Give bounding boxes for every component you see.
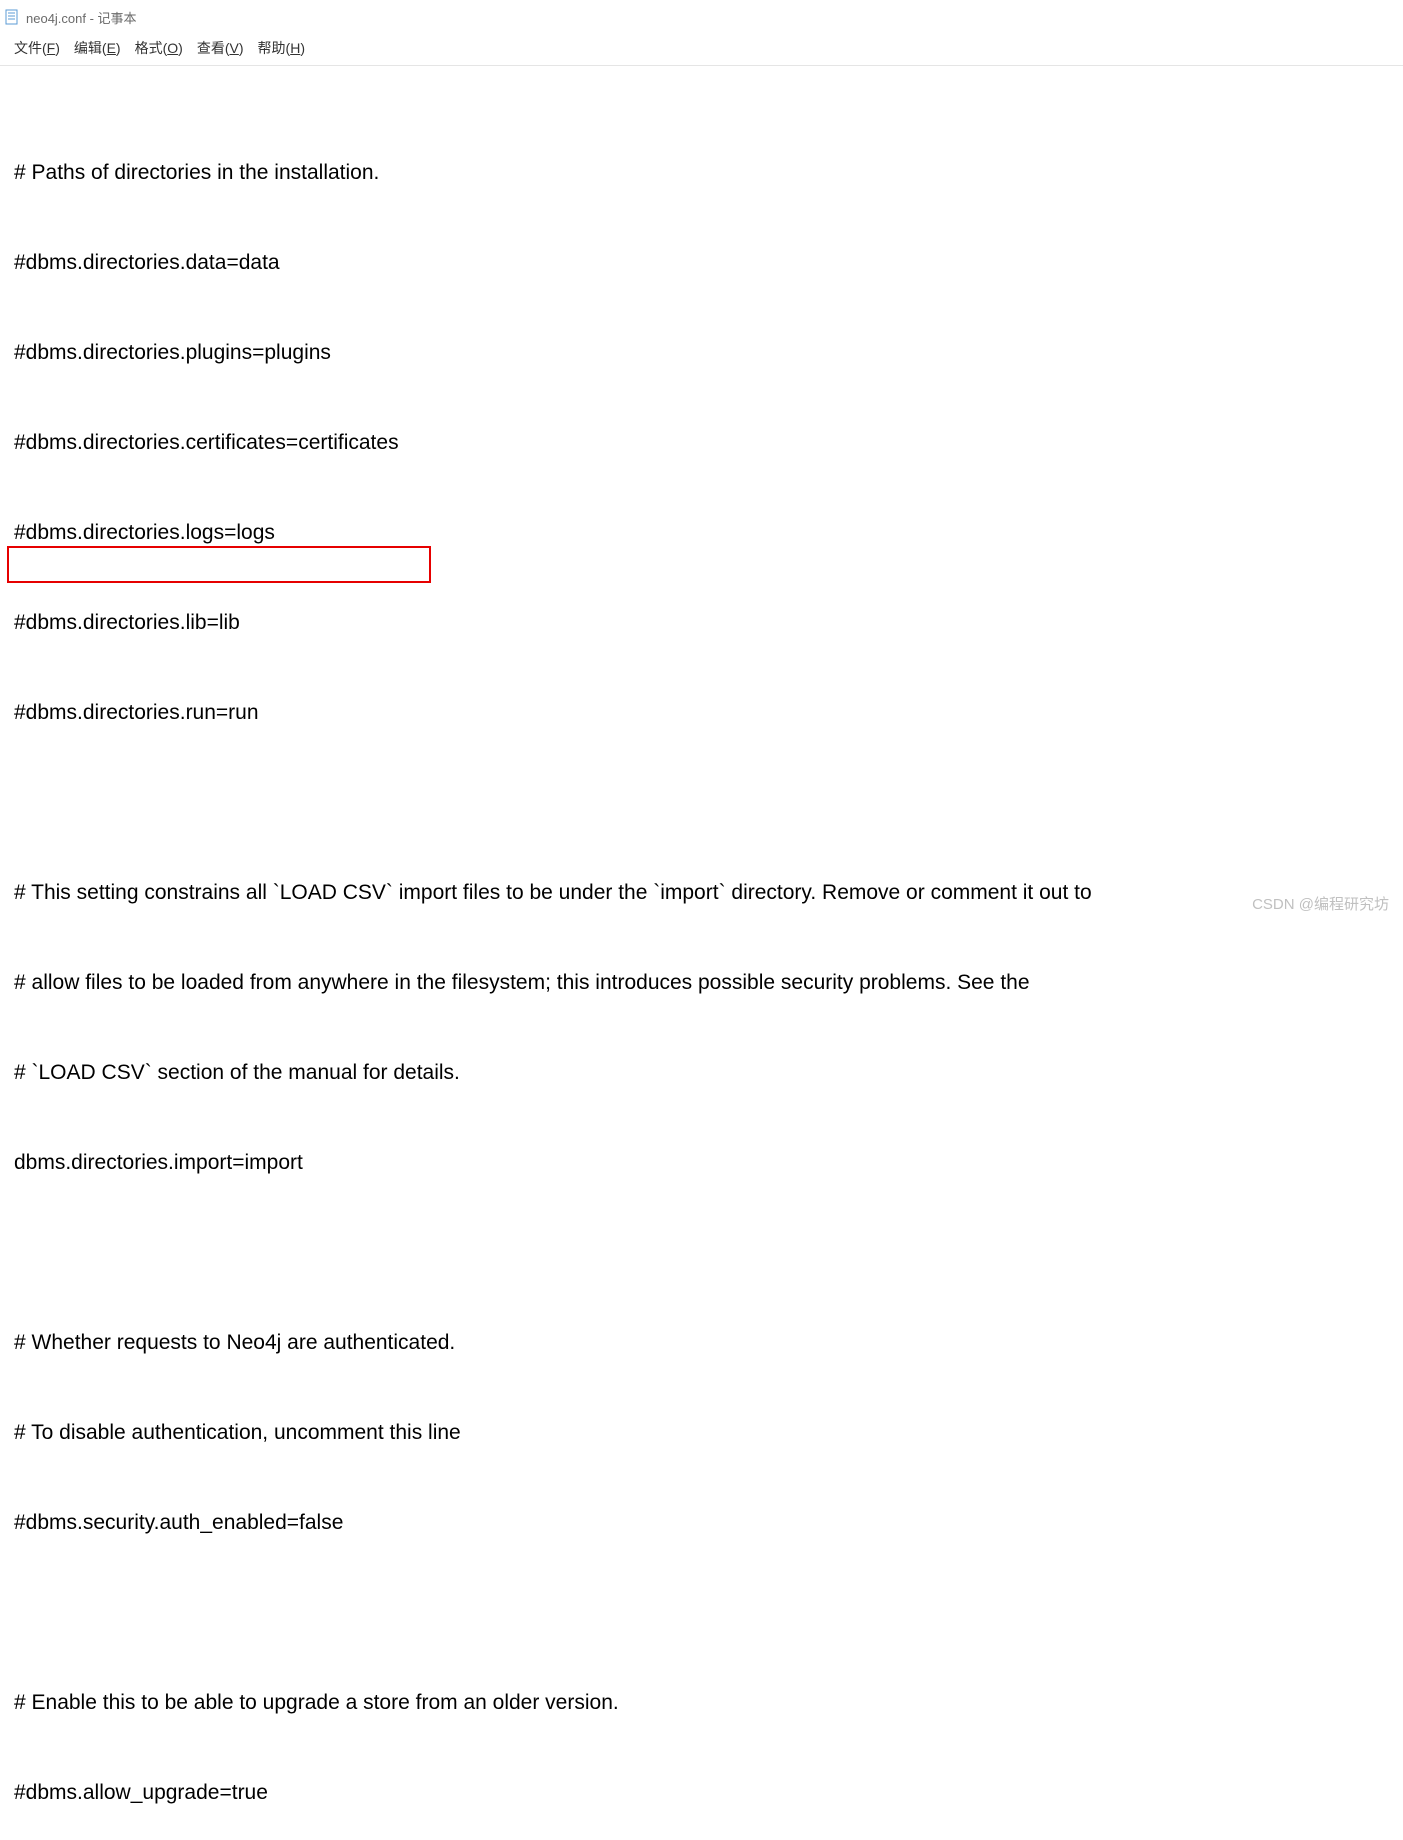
menu-view[interactable]: 查看(V) xyxy=(197,38,244,58)
text-area[interactable]: # Paths of directories in the installati… xyxy=(0,66,1403,1840)
title-bar: neo4j.conf - 记事本 xyxy=(0,0,1403,32)
menu-format[interactable]: 格式(O) xyxy=(135,38,183,58)
highlight-box xyxy=(7,546,431,583)
text-line: # To disable authentication, uncomment t… xyxy=(14,1418,1389,1448)
text-line xyxy=(14,1598,1389,1628)
window-title: neo4j.conf - 记事本 xyxy=(26,8,137,27)
text-line: dbms.directories.import=import xyxy=(14,1148,1389,1178)
text-line xyxy=(14,788,1389,818)
text-line: # Whether requests to Neo4j are authenti… xyxy=(14,1328,1389,1358)
text-line: # This setting constrains all `LOAD CSV`… xyxy=(14,878,1389,908)
menu-file[interactable]: 文件(F) xyxy=(14,38,60,58)
notepad-icon xyxy=(4,9,20,25)
text-line: # Paths of directories in the installati… xyxy=(14,158,1389,188)
text-line: #dbms.security.auth_enabled=false xyxy=(14,1508,1389,1538)
watermark: CSDN @编程研究坊 xyxy=(1252,893,1389,914)
text-line: #dbms.directories.plugins=plugins xyxy=(14,338,1389,368)
text-line: # allow files to be loaded from anywhere… xyxy=(14,968,1389,998)
text-line: #dbms.directories.lib=lib xyxy=(14,608,1389,638)
menu-help[interactable]: 帮助(H) xyxy=(258,38,305,58)
text-line: # Enable this to be able to upgrade a st… xyxy=(14,1688,1389,1718)
text-line xyxy=(14,1238,1389,1268)
text-line: #dbms.directories.run=run xyxy=(14,698,1389,728)
text-line: #dbms.directories.logs=logs xyxy=(14,518,1389,548)
text-line: #dbms.allow_upgrade=true xyxy=(14,1778,1389,1808)
text-line: #dbms.directories.certificates=certifica… xyxy=(14,428,1389,458)
text-line: # `LOAD CSV` section of the manual for d… xyxy=(14,1058,1389,1088)
menu-edit[interactable]: 编辑(E) xyxy=(74,38,121,58)
text-line: #dbms.directories.data=data xyxy=(14,248,1389,278)
menu-bar: 文件(F) 编辑(E) 格式(O) 查看(V) 帮助(H) xyxy=(0,32,1403,66)
